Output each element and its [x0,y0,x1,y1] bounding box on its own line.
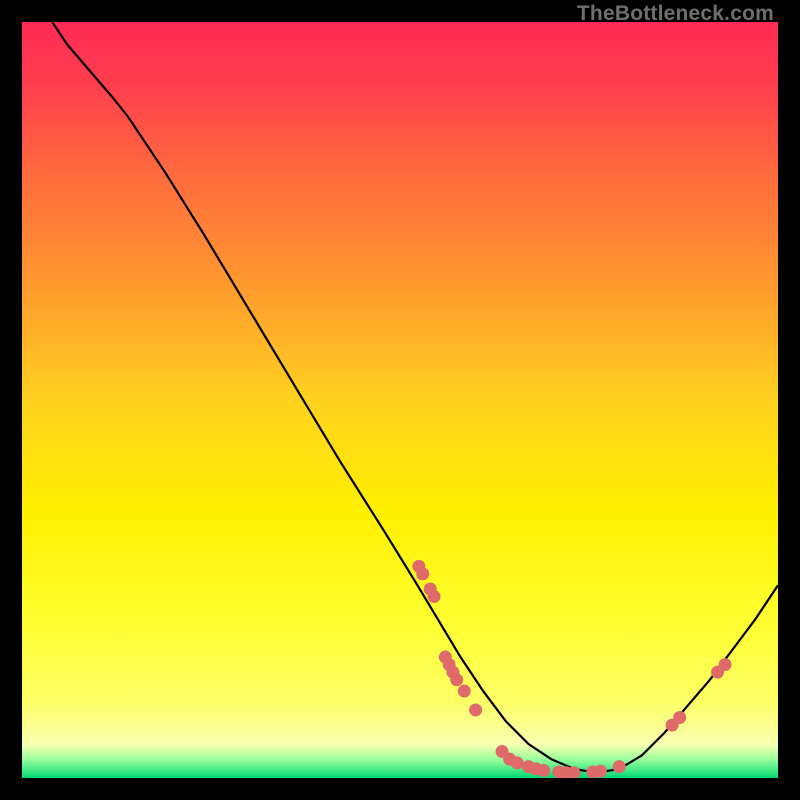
watermark-text: TheBottleneck.com [577,2,774,26]
scatter-point [719,658,732,671]
scatter-point [428,590,441,603]
scatter-point [469,703,482,716]
scatter-point [537,764,550,777]
scatter-point [458,685,471,698]
scatter-point [416,567,429,580]
scatter-point [511,756,524,769]
scatter-point [450,673,463,686]
chart-svg [22,22,778,778]
scatter-point [673,711,686,724]
gradient-background [22,22,778,778]
chart-frame [22,22,778,778]
scatter-point [594,765,607,778]
scatter-point [613,760,626,773]
